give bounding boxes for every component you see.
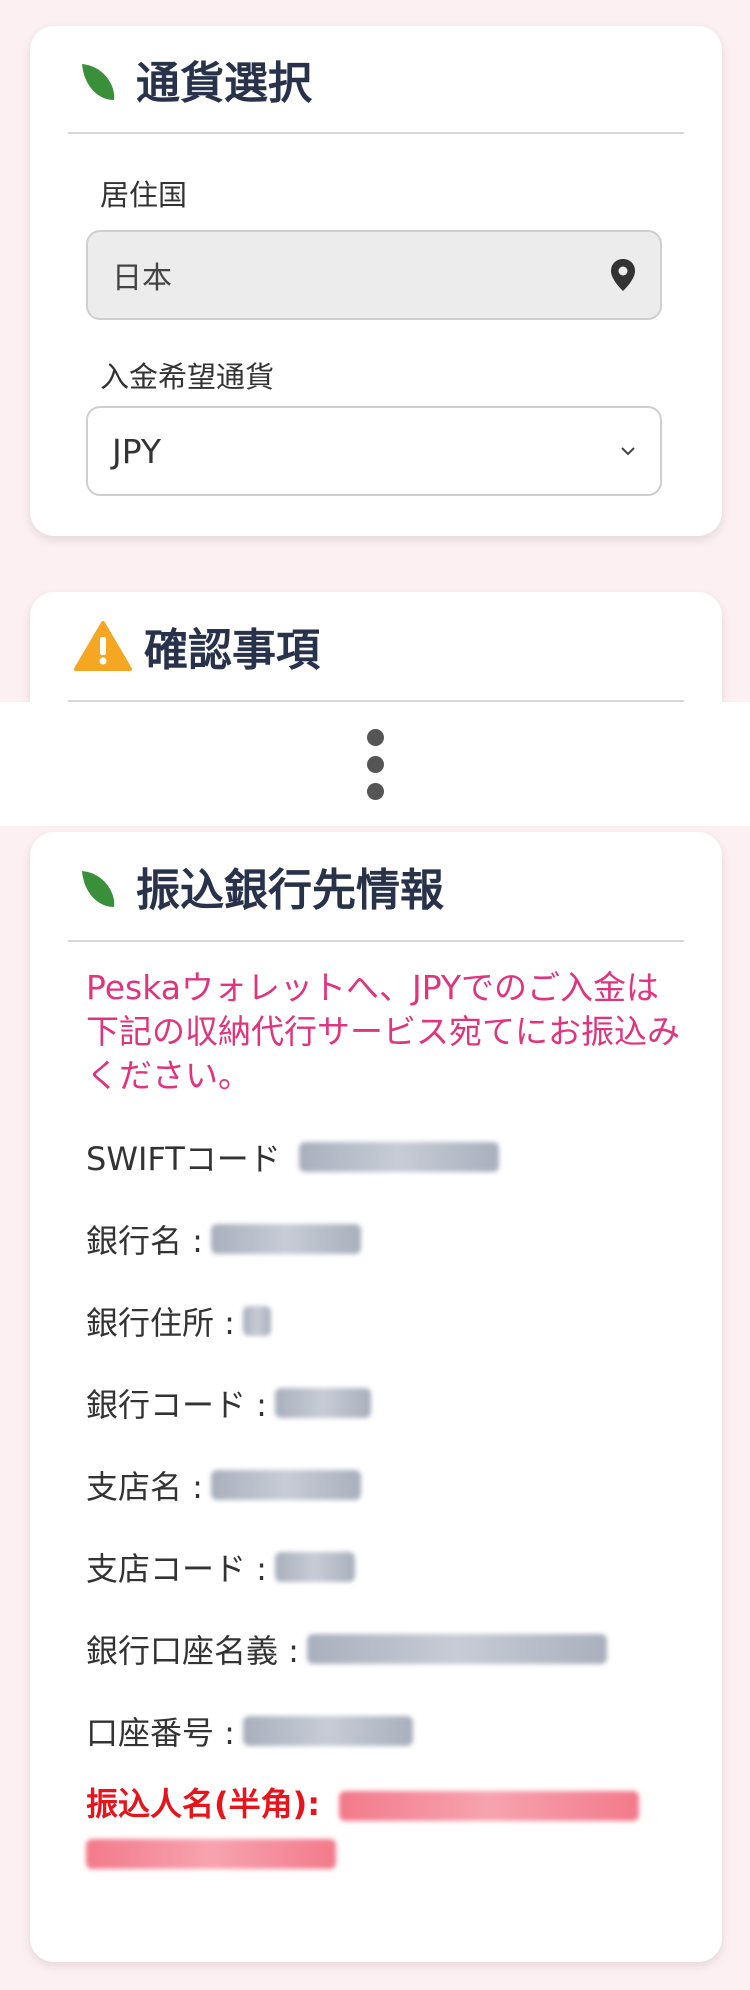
bank-info-card-title: 振込銀行先情報 bbox=[136, 865, 444, 916]
redacted-value bbox=[339, 1791, 640, 1821]
bank-info-card-header: 振込銀行先情報 bbox=[68, 832, 684, 942]
redacted-value bbox=[274, 1552, 355, 1582]
redacted-value bbox=[274, 1388, 371, 1418]
currency-select-value: JPY bbox=[112, 431, 162, 471]
account-number-row: 口座番号 : bbox=[86, 1690, 722, 1772]
redacted-value bbox=[306, 1634, 607, 1664]
branch-name-row: 支店名 : bbox=[86, 1444, 722, 1526]
bank-code-row: 銀行コード : bbox=[86, 1362, 722, 1444]
redacted-value bbox=[242, 1306, 271, 1336]
swift-code-label: SWIFTコード bbox=[86, 1140, 281, 1178]
bank-field-list: SWIFTコード 銀行名 : 銀行住所 : 銀行コード : 支店名 : 支店コー… bbox=[30, 1116, 722, 1772]
swift-code-row: SWIFTコード bbox=[86, 1116, 722, 1198]
leaf-icon bbox=[82, 871, 115, 907]
currency-label: 入金希望通貨 bbox=[100, 360, 275, 394]
residence-label: 居住国 bbox=[100, 178, 188, 212]
redacted-value bbox=[210, 1470, 361, 1500]
bank-intro-text: Peskaウォレットへ、JPYでのご入金は下記の収納代行サービス宛てにお振込みく… bbox=[86, 968, 680, 1095]
account-number-label: 口座番号 : bbox=[86, 1714, 235, 1752]
redacted-value bbox=[86, 1839, 336, 1869]
confirm-card-title: 確認事項 bbox=[144, 625, 320, 676]
bank-address-row: 銀行住所 : bbox=[86, 1280, 722, 1362]
currency-select[interactable]: JPY bbox=[86, 406, 662, 496]
confirm-card-header: 確認事項 bbox=[68, 592, 684, 702]
collapsed-content-indicator bbox=[0, 702, 750, 826]
bank-code-label: 銀行コード : bbox=[86, 1386, 267, 1424]
account-holder-label: 銀行口座名義 : bbox=[86, 1632, 299, 1670]
residence-value: 日本 bbox=[112, 261, 172, 296]
currency-card-header: 通貨選択 bbox=[68, 26, 684, 134]
payer-name-block: 振込人名(半角): bbox=[86, 1780, 692, 1876]
bank-name-row: 銀行名 : bbox=[86, 1198, 722, 1280]
bank-info-card: 振込銀行先情報 Peskaウォレットへ、JPYでのご入金は下記の収納代行サービス… bbox=[30, 832, 722, 1962]
chevron-down-icon bbox=[621, 447, 635, 456]
branch-name-label: 支店名 : bbox=[86, 1468, 203, 1506]
warning-icon bbox=[74, 621, 132, 671]
redacted-value bbox=[210, 1224, 361, 1254]
branch-code-label: 支店コード : bbox=[86, 1550, 267, 1588]
currency-card-title: 通貨選択 bbox=[136, 58, 312, 109]
payer-name-label: 振込人名(半角): bbox=[86, 1785, 321, 1823]
ellipsis-dot bbox=[366, 728, 384, 746]
ellipsis-dot bbox=[366, 782, 384, 800]
leaf-icon bbox=[82, 64, 115, 100]
redacted-value bbox=[242, 1716, 413, 1746]
currency-card: 通貨選択 居住国 日本 入金希望通貨 JPY bbox=[30, 26, 722, 536]
account-holder-row: 銀行口座名義 : bbox=[86, 1608, 722, 1690]
bank-address-label: 銀行住所 : bbox=[86, 1304, 235, 1342]
redacted-value bbox=[298, 1142, 499, 1172]
ellipsis-dot bbox=[366, 755, 384, 773]
bank-name-label: 銀行名 : bbox=[86, 1222, 203, 1260]
branch-code-row: 支店コード : bbox=[86, 1526, 722, 1608]
location-pin-icon bbox=[611, 259, 635, 291]
residence-field[interactable]: 日本 bbox=[86, 230, 662, 320]
